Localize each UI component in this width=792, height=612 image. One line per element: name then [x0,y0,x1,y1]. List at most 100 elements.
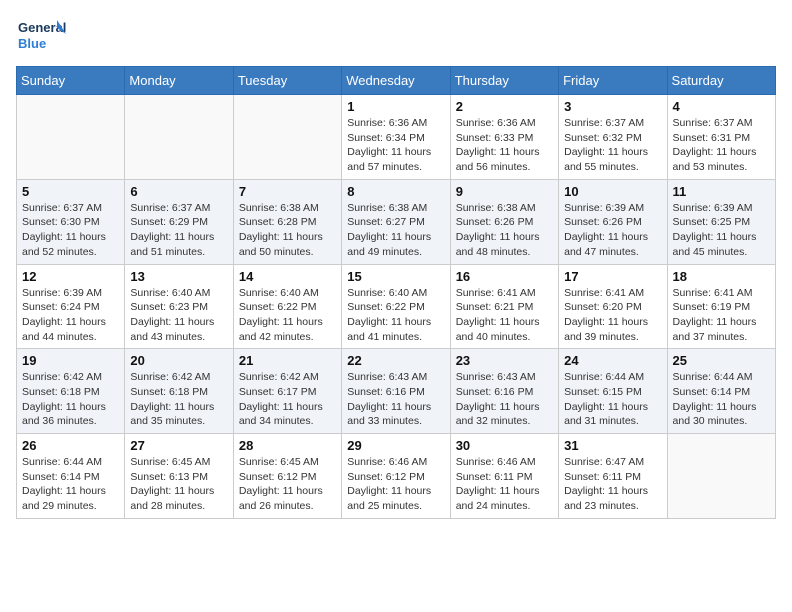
day-info: Sunrise: 6:40 AM [130,286,227,301]
day-number: 2 [456,99,553,114]
day-info: Sunset: 6:30 PM [22,215,119,230]
day-info: Sunrise: 6:45 AM [239,455,336,470]
calendar-cell: 22Sunrise: 6:43 AMSunset: 6:16 PMDayligh… [342,349,450,434]
day-number: 12 [22,269,119,284]
logo-svg: General Blue [16,16,66,58]
calendar-cell: 20Sunrise: 6:42 AMSunset: 6:18 PMDayligh… [125,349,233,434]
day-number: 23 [456,353,553,368]
day-number: 16 [456,269,553,284]
day-number: 3 [564,99,661,114]
day-info: Sunset: 6:34 PM [347,131,444,146]
calendar-cell: 21Sunrise: 6:42 AMSunset: 6:17 PMDayligh… [233,349,341,434]
day-info: Sunset: 6:27 PM [347,215,444,230]
day-info: Daylight: 11 hours and 39 minutes. [564,315,661,344]
day-info: Daylight: 11 hours and 55 minutes. [564,145,661,174]
day-info: Daylight: 11 hours and 51 minutes. [130,230,227,259]
calendar-cell: 5Sunrise: 6:37 AMSunset: 6:30 PMDaylight… [17,179,125,264]
calendar-cell: 10Sunrise: 6:39 AMSunset: 6:26 PMDayligh… [559,179,667,264]
day-info: Sunrise: 6:43 AM [456,370,553,385]
day-info: Sunset: 6:26 PM [564,215,661,230]
day-info: Daylight: 11 hours and 26 minutes. [239,484,336,513]
day-number: 15 [347,269,444,284]
day-number: 11 [673,184,770,199]
day-header-saturday: Saturday [667,67,775,95]
day-info: Daylight: 11 hours and 57 minutes. [347,145,444,174]
calendar-cell: 25Sunrise: 6:44 AMSunset: 6:14 PMDayligh… [667,349,775,434]
calendar-cell: 29Sunrise: 6:46 AMSunset: 6:12 PMDayligh… [342,434,450,519]
calendar-cell: 16Sunrise: 6:41 AMSunset: 6:21 PMDayligh… [450,264,558,349]
day-info: Sunrise: 6:37 AM [673,116,770,131]
day-info: Sunrise: 6:44 AM [673,370,770,385]
day-info: Sunset: 6:16 PM [347,385,444,400]
day-info: Sunset: 6:24 PM [22,300,119,315]
day-info: Sunrise: 6:42 AM [239,370,336,385]
calendar-cell [125,95,233,180]
day-info: Sunrise: 6:41 AM [456,286,553,301]
calendar-week-2: 5Sunrise: 6:37 AMSunset: 6:30 PMDaylight… [17,179,776,264]
day-number: 31 [564,438,661,453]
day-number: 18 [673,269,770,284]
day-info: Sunset: 6:14 PM [22,470,119,485]
calendar-cell: 27Sunrise: 6:45 AMSunset: 6:13 PMDayligh… [125,434,233,519]
day-info: Sunrise: 6:42 AM [22,370,119,385]
day-info: Sunset: 6:23 PM [130,300,227,315]
day-info: Sunrise: 6:39 AM [564,201,661,216]
day-info: Daylight: 11 hours and 47 minutes. [564,230,661,259]
day-info: Daylight: 11 hours and 37 minutes. [673,315,770,344]
calendar-week-1: 1Sunrise: 6:36 AMSunset: 6:34 PMDaylight… [17,95,776,180]
day-number: 20 [130,353,227,368]
calendar-cell: 2Sunrise: 6:36 AMSunset: 6:33 PMDaylight… [450,95,558,180]
calendar-week-5: 26Sunrise: 6:44 AMSunset: 6:14 PMDayligh… [17,434,776,519]
day-number: 13 [130,269,227,284]
day-info: Sunset: 6:29 PM [130,215,227,230]
day-number: 1 [347,99,444,114]
day-info: Sunset: 6:11 PM [456,470,553,485]
day-info: Sunrise: 6:43 AM [347,370,444,385]
day-number: 22 [347,353,444,368]
day-header-thursday: Thursday [450,67,558,95]
day-info: Sunset: 6:15 PM [564,385,661,400]
day-info: Daylight: 11 hours and 25 minutes. [347,484,444,513]
calendar-cell: 4Sunrise: 6:37 AMSunset: 6:31 PMDaylight… [667,95,775,180]
day-info: Sunrise: 6:41 AM [673,286,770,301]
calendar-cell: 12Sunrise: 6:39 AMSunset: 6:24 PMDayligh… [17,264,125,349]
day-number: 21 [239,353,336,368]
day-info: Sunset: 6:11 PM [564,470,661,485]
day-info: Daylight: 11 hours and 49 minutes. [347,230,444,259]
day-info: Daylight: 11 hours and 50 minutes. [239,230,336,259]
calendar-cell: 9Sunrise: 6:38 AMSunset: 6:26 PMDaylight… [450,179,558,264]
calendar-table: SundayMondayTuesdayWednesdayThursdayFrid… [16,66,776,519]
day-info: Sunrise: 6:39 AM [22,286,119,301]
day-info: Sunrise: 6:37 AM [130,201,227,216]
day-info: Daylight: 11 hours and 41 minutes. [347,315,444,344]
calendar-cell: 26Sunrise: 6:44 AMSunset: 6:14 PMDayligh… [17,434,125,519]
calendar-cell: 19Sunrise: 6:42 AMSunset: 6:18 PMDayligh… [17,349,125,434]
day-number: 4 [673,99,770,114]
day-number: 7 [239,184,336,199]
day-info: Daylight: 11 hours and 23 minutes. [564,484,661,513]
day-info: Sunset: 6:25 PM [673,215,770,230]
day-info: Sunrise: 6:36 AM [347,116,444,131]
day-info: Sunset: 6:21 PM [456,300,553,315]
day-info: Daylight: 11 hours and 45 minutes. [673,230,770,259]
day-info: Sunset: 6:31 PM [673,131,770,146]
day-info: Sunset: 6:20 PM [564,300,661,315]
calendar-cell: 17Sunrise: 6:41 AMSunset: 6:20 PMDayligh… [559,264,667,349]
day-header-wednesday: Wednesday [342,67,450,95]
day-info: Sunset: 6:19 PM [673,300,770,315]
calendar-cell: 28Sunrise: 6:45 AMSunset: 6:12 PMDayligh… [233,434,341,519]
day-info: Sunrise: 6:44 AM [22,455,119,470]
calendar-cell: 13Sunrise: 6:40 AMSunset: 6:23 PMDayligh… [125,264,233,349]
day-info: Daylight: 11 hours and 32 minutes. [456,400,553,429]
day-info: Sunset: 6:22 PM [347,300,444,315]
calendar-cell: 18 Sunrise: 6:41 AMSunset: 6:19 PMDayligh… [667,264,775,349]
day-header-friday: Friday [559,67,667,95]
day-info: Daylight: 11 hours and 48 minutes. [456,230,553,259]
calendar-cell [667,434,775,519]
day-info: Sunrise: 6:40 AM [347,286,444,301]
day-number: 6 [130,184,227,199]
day-info: Daylight: 11 hours and 52 minutes. [22,230,119,259]
day-info: Sunset: 6:12 PM [239,470,336,485]
day-number: 8 [347,184,444,199]
calendar-cell: 30Sunrise: 6:46 AMSunset: 6:11 PMDayligh… [450,434,558,519]
